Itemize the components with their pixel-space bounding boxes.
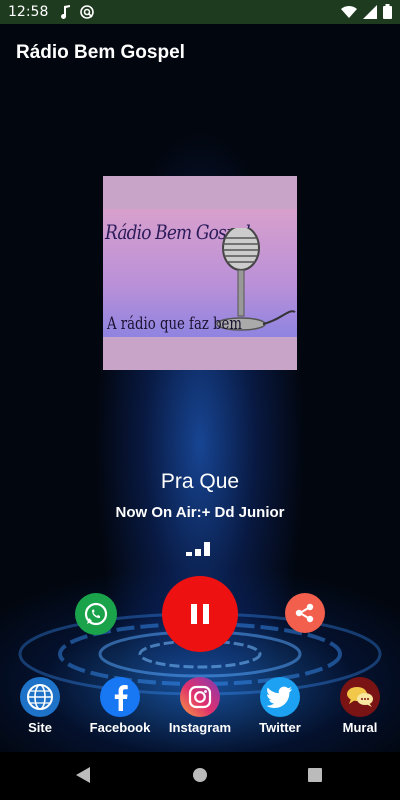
whatsapp-icon [84, 602, 108, 626]
album-cover: Rádio Bem Gospel A rádio que faz bem [103, 176, 297, 370]
back-icon[interactable] [75, 766, 91, 784]
podcast-icon [80, 5, 95, 19]
equalizer-bar [186, 552, 192, 556]
now-on-air-text: Now On Air:+ Dd Junior [115, 504, 285, 521]
instagram-icon [180, 677, 220, 717]
status-bar: 12:58 [0, 0, 400, 24]
equalizer-bar [204, 542, 210, 556]
share-button[interactable] [285, 593, 325, 633]
recents-icon[interactable] [307, 766, 323, 784]
signal-icon [363, 4, 377, 19]
link-mural[interactable]: Mural [320, 677, 400, 735]
pause-button[interactable] [162, 576, 238, 652]
wifi-icon [341, 5, 357, 18]
link-twitter[interactable]: Twitter [240, 677, 320, 735]
pause-icon [191, 604, 209, 624]
link-label: Facebook [89, 720, 151, 735]
status-time: 12:58 [8, 4, 49, 20]
equalizer-bar [195, 549, 201, 556]
app-title: Rádio Bem Gospel [16, 42, 185, 63]
share-icon [295, 603, 314, 623]
link-label: Site [28, 720, 52, 735]
cover-slogan: A rádio que faz bem [107, 314, 242, 334]
whatsapp-button[interactable] [75, 593, 117, 635]
globe-icon [20, 677, 60, 717]
link-label: Twitter [259, 720, 301, 735]
song-title: Pra Que [160, 470, 240, 493]
music-note-icon [61, 5, 71, 19]
link-site[interactable]: Site [0, 677, 80, 735]
home-icon[interactable] [192, 766, 208, 784]
navigation-bar [0, 752, 400, 800]
social-links-bar: Site Facebook Instagram Twitter Mural [0, 677, 400, 737]
link-instagram[interactable]: Instagram [160, 677, 240, 735]
link-label: Mural [342, 720, 378, 735]
facebook-icon [100, 677, 140, 717]
link-facebook[interactable]: Facebook [80, 677, 160, 735]
equalizer-indicator [186, 542, 210, 556]
chat-bubbles-icon [340, 677, 380, 717]
battery-icon [383, 4, 392, 19]
link-label: Instagram [168, 720, 232, 735]
twitter-icon [260, 677, 300, 717]
